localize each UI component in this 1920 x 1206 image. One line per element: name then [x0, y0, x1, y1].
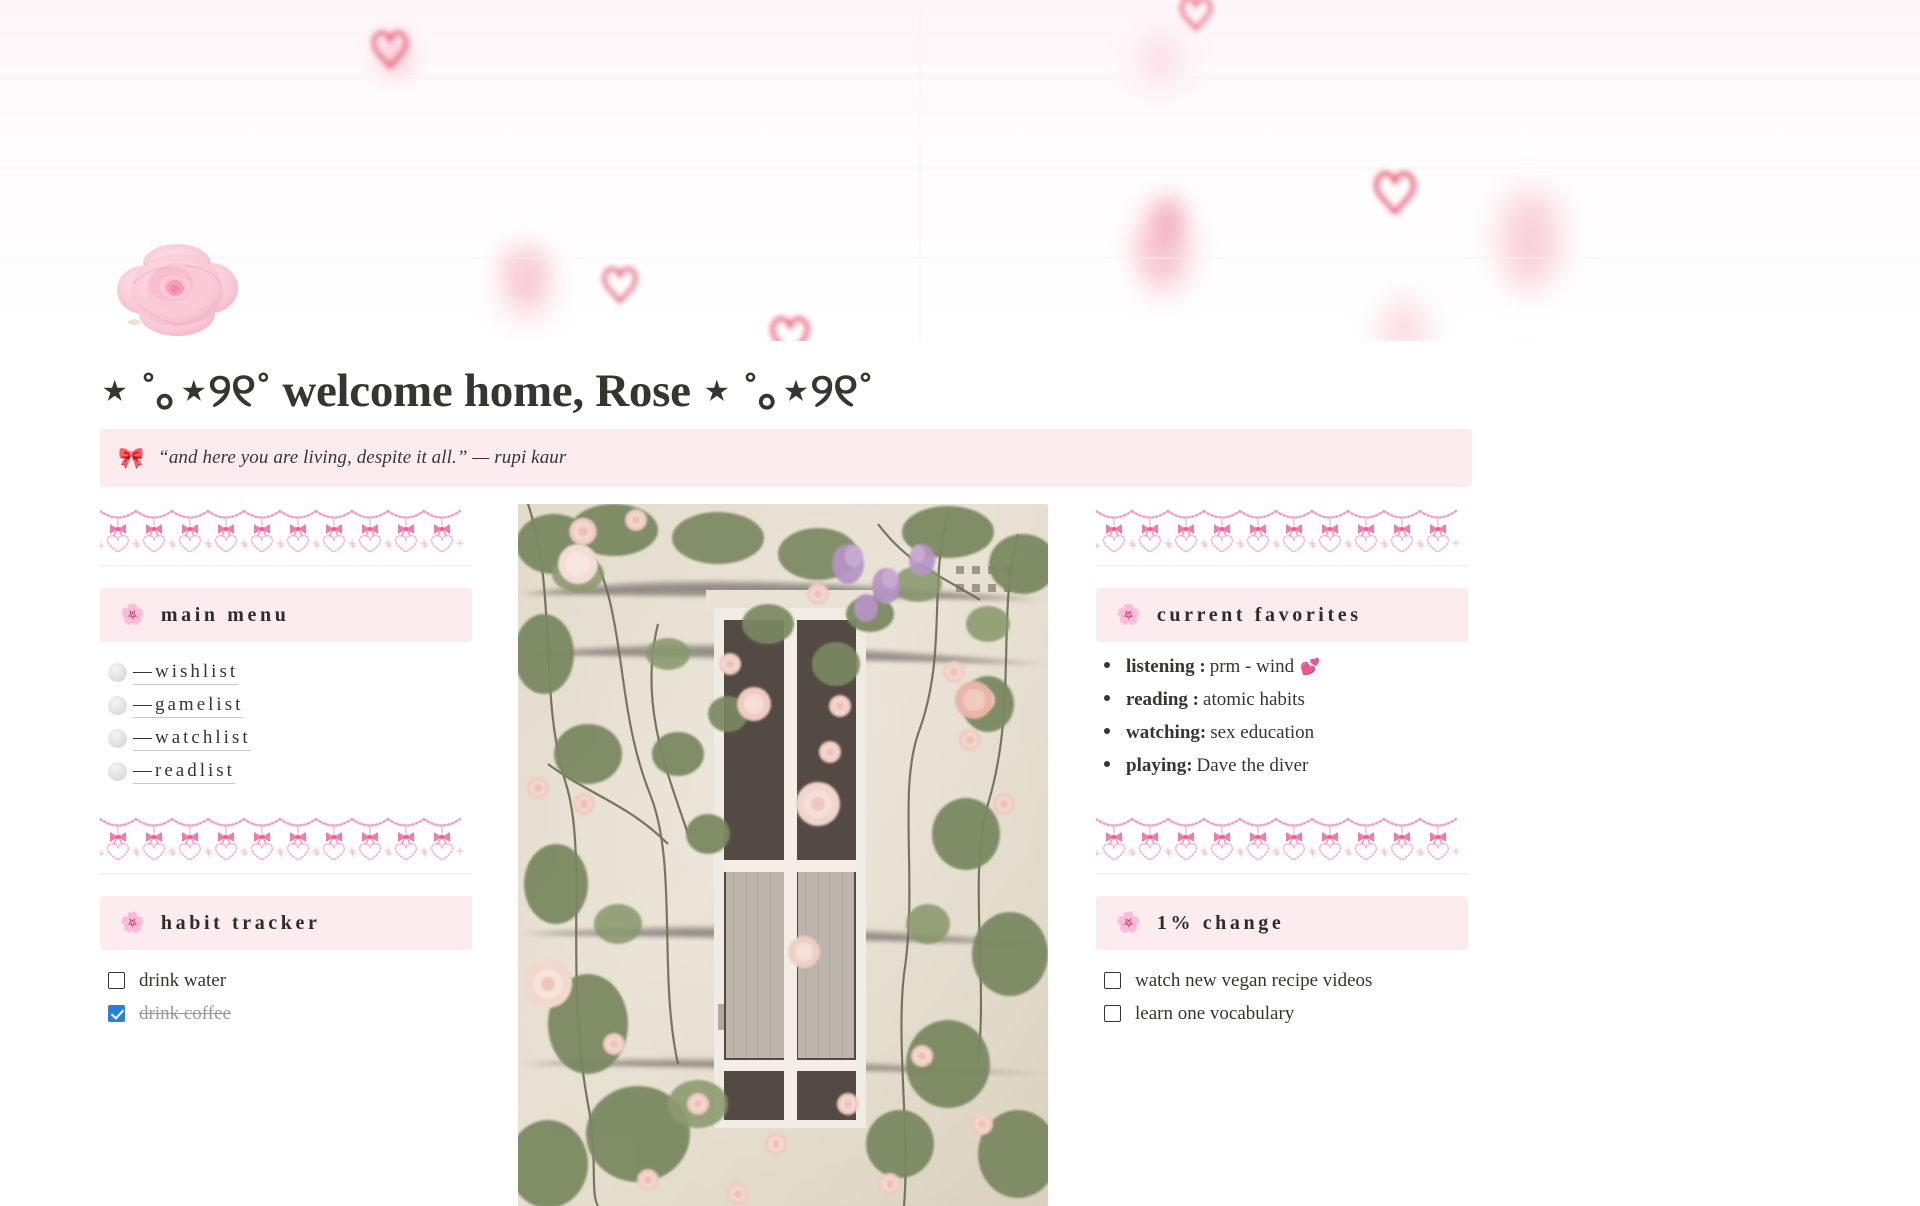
lace-divider-mid-right: [1096, 812, 1468, 864]
list-item[interactable]: —gamelist: [100, 689, 472, 722]
list-item: watching: sex education: [1104, 722, 1468, 755]
favorite-label: listening :: [1126, 656, 1206, 677]
checkbox-unchecked[interactable]: [1104, 1005, 1121, 1022]
window-with-climbing-roses-photo[interactable]: [518, 504, 1048, 1206]
todo-item[interactable]: learn one vocabulary: [1104, 997, 1468, 1030]
favorite-value: sex education: [1210, 722, 1315, 743]
bullet-dot-icon: [1104, 695, 1110, 701]
favorite-label: playing:: [1126, 755, 1193, 776]
pink-bow-icon: 🎀: [118, 445, 145, 470]
main-menu-header: 🌸 main menu: [100, 588, 472, 642]
todo-label: drink coffee: [139, 1002, 231, 1024]
two-hearts-icon: 💕: [1300, 659, 1321, 676]
menu-link-readlist[interactable]: —readlist: [133, 760, 235, 784]
list-item: playing: Dave the diver: [1104, 755, 1468, 788]
favorite-value: Dave the diver: [1196, 755, 1309, 776]
center-column: [518, 504, 1048, 1206]
white-circle-icon: [108, 729, 127, 748]
menu-link-watchlist[interactable]: —watchlist: [133, 727, 251, 751]
lace-divider-mid-left: [100, 812, 472, 864]
list-item[interactable]: —wishlist: [100, 656, 472, 689]
current-favorites-title: current favorites: [1156, 603, 1362, 626]
checkbox-unchecked[interactable]: [108, 972, 125, 989]
habit-tracker-title: habit tracker: [160, 911, 321, 934]
white-circle-icon: [108, 696, 127, 715]
one-percent-change-title: 1% change: [1156, 911, 1285, 934]
menu-link-gamelist[interactable]: —gamelist: [133, 694, 244, 718]
page-cover[interactable]: [0, 0, 1920, 341]
quote-callout[interactable]: 🎀 “and here you are living, despite it a…: [100, 429, 1472, 487]
main-menu-title: main menu: [160, 603, 290, 626]
bullet-dot-icon: [1104, 761, 1110, 767]
list-item: listening : prm - wind 💕: [1104, 656, 1468, 689]
list-item: reading : atomic habits: [1104, 689, 1468, 722]
bullet-dot-icon: [1104, 662, 1110, 668]
one-percent-change-list: watch new vegan recipe videos learn one …: [1096, 964, 1468, 1030]
current-favorites-header: 🌸 current favorites: [1096, 588, 1468, 642]
cherry-blossom-icon: 🌸: [1116, 912, 1141, 934]
habit-tracker-list: drink water drink coffee: [100, 964, 472, 1030]
main-menu-list: —wishlist —gamelist —watchlist —readlist: [100, 656, 472, 788]
lace-divider-top-right: [1096, 504, 1468, 556]
todo-item[interactable]: watch new vegan recipe videos: [1104, 964, 1468, 997]
divider-line: [100, 565, 472, 566]
menu-link-wishlist[interactable]: —wishlist: [133, 661, 239, 685]
todo-label: watch new vegan recipe videos: [1135, 969, 1373, 991]
favorite-value: atomic habits: [1203, 689, 1305, 710]
list-item[interactable]: —watchlist: [100, 722, 472, 755]
white-circle-icon: [108, 762, 127, 781]
cherry-blossom-icon: 🌸: [120, 912, 145, 934]
one-percent-change-header: 🌸 1% change: [1096, 896, 1468, 950]
list-item[interactable]: —readlist: [100, 755, 472, 788]
page-icon-rose[interactable]: [113, 238, 241, 338]
favorite-label: reading :: [1126, 689, 1200, 710]
checkbox-checked[interactable]: [108, 1005, 125, 1022]
white-circle-icon: [108, 663, 127, 682]
divider-line: [1096, 565, 1468, 566]
habit-tracker-header: 🌸 habit tracker: [100, 896, 472, 950]
todo-item[interactable]: drink coffee: [108, 997, 472, 1030]
todo-item[interactable]: drink water: [108, 964, 472, 997]
cherry-blossom-icon: 🌸: [120, 604, 145, 626]
page-title: ⋆ ˚｡⋆୨୧˚ welcome home, Rose ⋆ ˚｡⋆୨୧˚: [100, 365, 874, 417]
right-column: 🌸 current favorites listening : prm - wi…: [1096, 504, 1468, 1030]
favorite-label: watching:: [1126, 722, 1207, 743]
favorite-value: prm - wind: [1209, 656, 1295, 677]
bullet-dot-icon: [1104, 728, 1110, 734]
cover-hearts-pattern: [0, 0, 1920, 341]
divider-line: [1096, 873, 1468, 874]
checkbox-unchecked[interactable]: [1104, 972, 1121, 989]
quote-text: “and here you are living, despite it all…: [158, 447, 567, 468]
divider-line: [100, 873, 472, 874]
cherry-blossom-icon: 🌸: [1116, 604, 1141, 626]
todo-label: drink water: [139, 969, 227, 991]
current-favorites-list: listening : prm - wind 💕 reading : atomi…: [1096, 656, 1468, 788]
left-column: 🌸 main menu —wishlist —gamelist —watchli…: [100, 504, 472, 1030]
lace-divider-top-left: [100, 504, 472, 556]
todo-label: learn one vocabulary: [1135, 1002, 1295, 1024]
